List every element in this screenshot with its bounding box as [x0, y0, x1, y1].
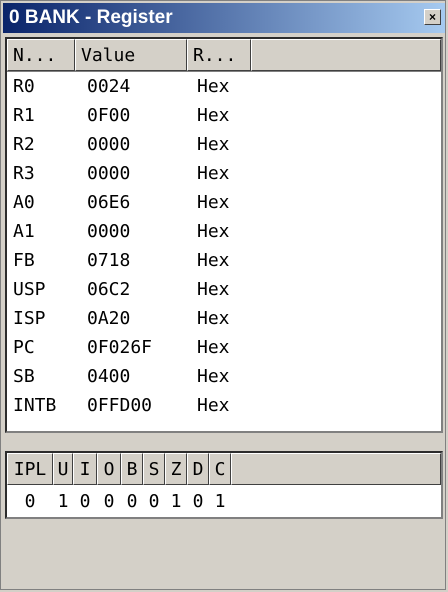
flag-header: Z — [165, 453, 187, 485]
register-radix[interactable]: Hex — [187, 395, 251, 416]
register-value[interactable]: 0000 — [75, 163, 187, 184]
register-row[interactable]: USP 06C2 Hex — [7, 275, 441, 304]
register-row[interactable]: FB 0718 Hex — [7, 246, 441, 275]
register-list-header: N... Value R... — [7, 39, 441, 72]
register-radix[interactable]: Hex — [187, 76, 251, 97]
register-radix[interactable]: Hex — [187, 366, 251, 387]
flag-value[interactable]: 1 — [53, 491, 73, 512]
register-radix[interactable]: Hex — [187, 279, 251, 300]
register-row[interactable]: INTB 0FFD00 Hex — [7, 391, 441, 420]
register-name: A1 — [13, 221, 35, 242]
register-row[interactable]: R1 0F00 Hex — [7, 101, 441, 130]
flag-value[interactable]: 0 — [97, 491, 121, 512]
register-radix[interactable]: Hex — [187, 163, 251, 184]
column-header-name[interactable]: N... — [7, 39, 75, 71]
register-name: A0 — [13, 192, 35, 213]
register-name: ISP — [13, 308, 46, 329]
register-name: R1 — [13, 105, 35, 126]
column-header-radix[interactable]: R... — [187, 39, 251, 71]
register-value[interactable]: 06C2 — [75, 279, 187, 300]
flag-header: D — [187, 453, 209, 485]
register-radix[interactable]: Hex — [187, 250, 251, 271]
close-button[interactable]: × — [424, 9, 441, 25]
register-value[interactable]: 0F00 — [75, 105, 187, 126]
register-value[interactable]: 0FFD00 — [75, 395, 187, 416]
register-row[interactable]: SB 0400 Hex — [7, 362, 441, 391]
flag-value[interactable]: 0 — [187, 491, 209, 512]
register-row[interactable]: R3 0000 Hex — [7, 159, 441, 188]
register-name: SB — [13, 366, 35, 387]
register-name: R3 — [13, 163, 35, 184]
register-window: 0 BANK - Register × N... Value R... R0 00… — [0, 0, 446, 590]
register-radix[interactable]: Hex — [187, 308, 251, 329]
register-row[interactable]: R0 0024 Hex — [7, 72, 441, 101]
flag-header: I — [73, 453, 97, 485]
register-radix[interactable]: Hex — [187, 221, 251, 242]
register-rows: R0 0024 Hex R1 0F00 Hex R2 0000 Hex R3 0000 Hex A0 06… — [7, 72, 441, 420]
register-name: R0 — [13, 76, 35, 97]
flag-value[interactable]: 0 — [7, 491, 53, 512]
register-row[interactable]: A0 06E6 Hex — [7, 188, 441, 217]
title-bar[interactable]: 0 BANK - Register × — [3, 3, 445, 33]
register-value[interactable]: 0400 — [75, 366, 187, 387]
register-value[interactable]: 0000 — [75, 221, 187, 242]
flag-header: IPL — [7, 453, 53, 485]
flag-header: U — [53, 453, 73, 485]
flag-header-empty — [231, 453, 441, 485]
register-value[interactable]: 0A20 — [75, 308, 187, 329]
register-value[interactable]: 0718 — [75, 250, 187, 271]
flag-value[interactable]: 1 — [165, 491, 187, 512]
close-icon: × — [428, 10, 436, 24]
flag-value[interactable]: 0 — [121, 491, 143, 512]
register-radix[interactable]: Hex — [187, 337, 251, 358]
register-value[interactable]: 06E6 — [75, 192, 187, 213]
flag-value[interactable]: 0 — [143, 491, 165, 512]
register-name: USP — [13, 279, 46, 300]
register-name: INTB — [13, 395, 57, 416]
register-row[interactable]: ISP 0A20 Hex — [7, 304, 441, 333]
bottom-area — [5, 521, 443, 587]
register-name: R2 — [13, 134, 35, 155]
flag-header: B — [121, 453, 143, 485]
register-name: FB — [13, 250, 35, 271]
register-value[interactable]: 0000 — [75, 134, 187, 155]
flags-panel: IPL U I O B S Z D C 010000101 — [5, 451, 443, 519]
flag-value[interactable]: 1 — [209, 491, 231, 512]
register-name: PC — [13, 337, 35, 358]
window-title: 0 BANK - Register — [9, 7, 173, 28]
flag-header: C — [209, 453, 231, 485]
register-row[interactable]: A1 0000 Hex — [7, 217, 441, 246]
flags-values: 010000101 — [7, 485, 441, 517]
register-row[interactable]: PC 0F026F Hex — [7, 333, 441, 362]
flags-header: IPL U I O B S Z D C — [7, 453, 441, 485]
register-row[interactable]: R2 0000 Hex — [7, 130, 441, 159]
flag-header: O — [97, 453, 121, 485]
register-radix[interactable]: Hex — [187, 134, 251, 155]
register-value[interactable]: 0F026F — [75, 337, 187, 358]
flag-header: S — [143, 453, 165, 485]
flag-value[interactable]: 0 — [73, 491, 97, 512]
column-header-empty — [251, 39, 441, 71]
register-value[interactable]: 0024 — [75, 76, 187, 97]
register-list: N... Value R... R0 0024 Hex R1 0F00 Hex R2 0000… — [5, 37, 443, 433]
column-header-value[interactable]: Value — [75, 39, 187, 71]
register-radix[interactable]: Hex — [187, 105, 251, 126]
register-radix[interactable]: Hex — [187, 192, 251, 213]
